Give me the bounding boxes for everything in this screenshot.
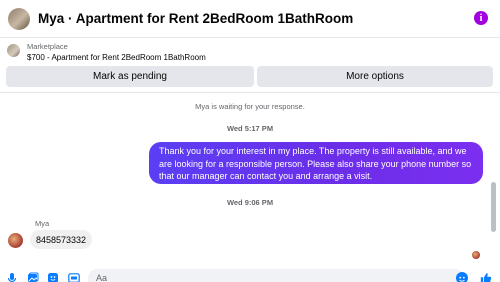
like-icon[interactable] [480,271,492,282]
outgoing-message[interactable]: Thank you for your interest in my place.… [149,142,483,184]
emoji-icon[interactable] [456,272,468,282]
sender-name: Mya [35,219,50,228]
timestamp: Wed 5:17 PM [226,124,274,133]
divider [0,92,500,93]
incoming-message[interactable]: 8458573332 [30,230,93,249]
listing-thumbnail[interactable] [7,44,20,57]
scrollbar[interactable] [491,182,496,232]
timestamp: Wed 9:06 PM [226,198,274,207]
mic-icon[interactable] [6,272,18,282]
sender-avatar[interactable] [8,233,23,248]
waiting-notice: Mya is waiting for your response. [195,102,305,111]
listing-title[interactable]: $700 - Apartment for Rent 2BedRoom 1Bath… [27,53,206,62]
conversation-title[interactable]: Mya · Apartment for Rent 2BedRoom 1BathR… [38,11,353,26]
avatar[interactable] [8,7,30,30]
gif-icon[interactable] [68,272,80,282]
info-icon[interactable]: i [474,11,488,25]
photo-icon[interactable] [27,272,39,282]
marketplace-label: Marketplace [27,42,68,51]
read-receipt-avatar [472,251,480,259]
more-options-button[interactable]: More options [257,66,493,87]
conversation-header: Mya · Apartment for Rent 2BedRoom 1BathR… [0,0,500,38]
mark-as-pending-button[interactable]: Mark as pending [6,66,254,87]
composer: Aa [0,262,500,282]
message-input[interactable]: Aa [88,269,464,282]
sticker-icon[interactable] [47,272,59,282]
